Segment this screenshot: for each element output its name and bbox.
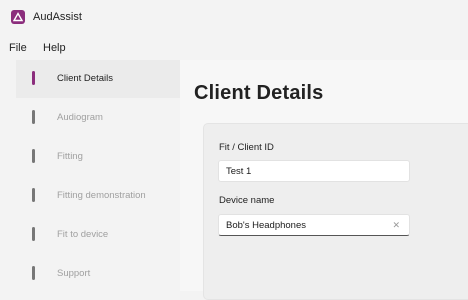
item-indicator (32, 188, 35, 202)
menu-file[interactable]: File (9, 42, 27, 54)
title-bar: AudAssist (0, 0, 468, 34)
item-indicator (32, 149, 35, 163)
close-icon[interactable]: ✕ (392, 220, 400, 231)
item-indicator (32, 110, 35, 124)
item-indicator (32, 227, 35, 241)
client-id-label: Fit / Client ID (219, 142, 274, 153)
sidebar-item-audiogram[interactable]: Audiogram (16, 99, 180, 137)
sidebar-item-support[interactable]: Support (16, 255, 180, 293)
menu-bar: File Help (0, 34, 468, 60)
selection-indicator (32, 71, 35, 85)
client-details-card: Fit / Client ID Test 1 Device name Bob's… (203, 123, 468, 300)
sidebar-item-fit-to-device[interactable]: Fit to device (16, 216, 180, 254)
sidebar-item-fitting-demonstration[interactable]: Fitting demonstration (16, 177, 180, 215)
main-content: Client Details Fit / Client ID Test 1 De… (180, 60, 468, 300)
page-title: Client Details (194, 82, 324, 104)
app-triangle-icon (11, 10, 25, 24)
sidebar-item-label: Audiogram (57, 112, 103, 123)
app-title: AudAssist (33, 11, 82, 23)
sidebar-item-label: Fit to device (57, 229, 109, 240)
sidebar-item-fitting[interactable]: Fitting (16, 138, 180, 176)
device-name-label: Device name (219, 195, 275, 206)
client-id-input[interactable]: Test 1 (218, 160, 410, 182)
device-name-input[interactable]: Bob's Headphones ✕ (218, 214, 410, 236)
sidebar-item-label: Client Details (57, 73, 113, 84)
sidebar-item-label: Support (57, 268, 91, 279)
item-indicator (32, 266, 35, 280)
sidebar-item-label: Fitting demonstration (57, 190, 146, 201)
sidebar-item-client-details[interactable]: Client Details (16, 60, 180, 98)
sidebar-nav: Client Details Audiogram Fitting Fitting… (0, 60, 180, 291)
device-name-value: Bob's Headphones (226, 220, 306, 231)
client-id-value: Test 1 (226, 166, 252, 177)
sidebar-item-label: Fitting (57, 151, 83, 162)
menu-help[interactable]: Help (43, 42, 66, 54)
